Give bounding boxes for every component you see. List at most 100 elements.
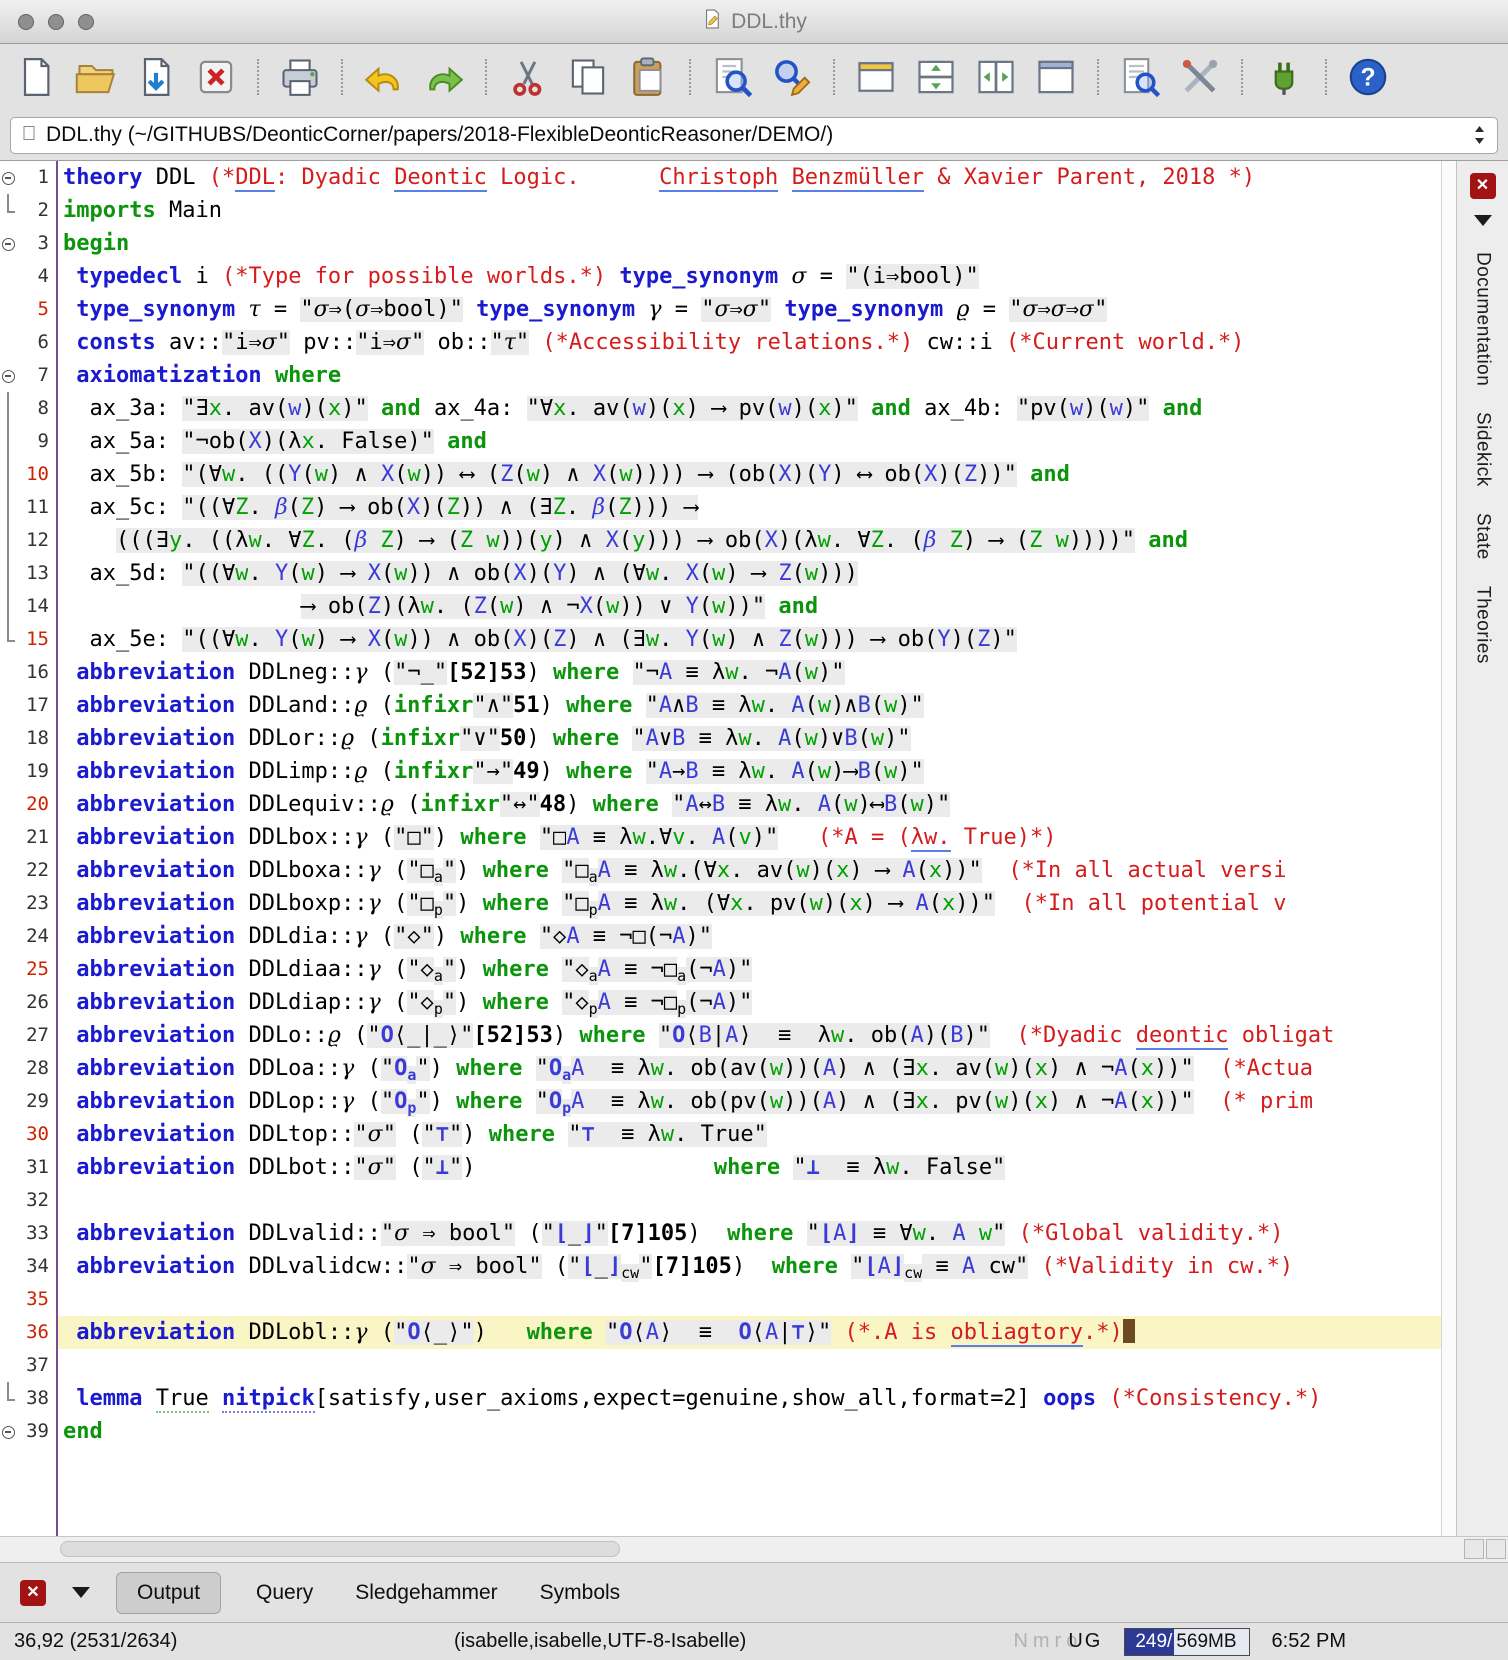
token[interactable]: )∧ bbox=[831, 693, 858, 718]
code-text[interactable]: ax_3a: "∃x. av(w)(x)" and ax_4a: "∀x. av… bbox=[58, 392, 1441, 425]
token[interactable]: 48 bbox=[540, 792, 567, 817]
token[interactable] bbox=[142, 1386, 155, 1411]
token[interactable]: )( bbox=[301, 396, 328, 421]
token[interactable]: ))( bbox=[783, 1089, 823, 1114]
token[interactable]: ( bbox=[301, 462, 314, 487]
token[interactable]: ) ∧ bbox=[553, 528, 606, 553]
token[interactable]: ) bbox=[732, 1254, 772, 1279]
code-text[interactable]: abbreviation DDLboxp::γ ("□p") where "□p… bbox=[58, 887, 1441, 920]
token[interactable]: typedecl bbox=[76, 264, 182, 289]
token[interactable]: p bbox=[677, 1000, 686, 1018]
token[interactable]: A bbox=[1114, 1089, 1127, 1114]
token[interactable]: " bbox=[383, 1122, 396, 1147]
token[interactable]: "((∀ bbox=[182, 561, 235, 586]
code-text[interactable]: end bbox=[58, 1415, 1441, 1448]
token[interactable]: ≡ λ bbox=[580, 825, 633, 850]
token[interactable]: " bbox=[536, 1089, 549, 1114]
token[interactable]: ⌋ bbox=[608, 1254, 621, 1279]
token[interactable]: (*In all actual versi bbox=[1008, 858, 1286, 883]
token[interactable]: (* prim bbox=[1220, 1089, 1313, 1114]
token[interactable]: abbreviation bbox=[76, 858, 235, 883]
token[interactable]: where bbox=[483, 957, 549, 982]
token[interactable]: abbreviation bbox=[76, 1089, 235, 1114]
token[interactable] bbox=[778, 165, 791, 190]
token[interactable]: | bbox=[778, 1320, 791, 1345]
token[interactable]: " bbox=[516, 330, 529, 355]
token[interactable]: i bbox=[182, 264, 222, 289]
token[interactable]: Y bbox=[686, 627, 699, 652]
token[interactable]: w bbox=[913, 1221, 926, 1246]
token[interactable]: and bbox=[1148, 528, 1188, 553]
token[interactable]: = bbox=[807, 264, 847, 289]
editor-line-1[interactable]: 1theory DDL (*DDL: Dyadic Deontic Logic.… bbox=[0, 161, 1441, 194]
token[interactable]: X bbox=[248, 429, 261, 454]
editor-line-9[interactable]: 9 ax_5a: "¬ob(X)(λx. False)" and bbox=[0, 425, 1441, 458]
token[interactable]: "□ bbox=[562, 891, 589, 916]
token[interactable]: w bbox=[818, 693, 831, 718]
token[interactable] bbox=[780, 1155, 793, 1180]
token[interactable]: O bbox=[407, 1320, 420, 1345]
token[interactable] bbox=[1149, 396, 1162, 421]
new-file-icon[interactable] bbox=[10, 51, 62, 103]
token[interactable] bbox=[606, 264, 619, 289]
token[interactable]: Z bbox=[500, 462, 513, 487]
token[interactable]: X bbox=[513, 627, 526, 652]
token[interactable]: . bbox=[248, 561, 275, 586]
token[interactable]: "(i⇒bool)" bbox=[846, 264, 978, 289]
token[interactable]: ( bbox=[792, 627, 805, 652]
token[interactable]: . False)" bbox=[315, 429, 434, 454]
token[interactable] bbox=[63, 1386, 76, 1411]
token[interactable]: . ( bbox=[884, 528, 924, 553]
token[interactable]: w bbox=[712, 627, 725, 652]
token[interactable]: abbreviation bbox=[76, 1155, 235, 1180]
token[interactable]: . ob( bbox=[844, 1023, 910, 1048]
token[interactable]: ⊤ bbox=[792, 1320, 805, 1345]
token[interactable]: )(λ bbox=[381, 594, 421, 619]
token[interactable]: γ bbox=[341, 1056, 354, 1081]
token[interactable]: ( bbox=[288, 495, 301, 520]
editor-line-7[interactable]: 7 axiomatization where bbox=[0, 359, 1441, 392]
token[interactable]: deontic bbox=[1136, 1023, 1229, 1050]
find-replace-icon[interactable] bbox=[766, 51, 818, 103]
token[interactable]: ) ⟶ ob( bbox=[314, 495, 407, 520]
token[interactable]: ( bbox=[858, 726, 871, 751]
code-text[interactable]: abbreviation DDLtop::"σ" ("⊤") where "⊤ … bbox=[58, 1118, 1441, 1151]
editor-line-18[interactable]: 18 abbreviation DDLor::ϱ (infixr"∨"50) w… bbox=[0, 722, 1441, 755]
token[interactable]: ⇒( bbox=[329, 297, 356, 322]
token[interactable]: A bbox=[791, 693, 804, 718]
token[interactable] bbox=[209, 1386, 222, 1411]
token[interactable]: A bbox=[823, 1056, 836, 1081]
token[interactable]: 50 bbox=[500, 726, 527, 751]
token[interactable]: γ bbox=[368, 957, 381, 982]
token[interactable]: σ bbox=[368, 1122, 383, 1147]
token[interactable]: . bbox=[765, 759, 792, 784]
token[interactable]: . pv( bbox=[743, 891, 809, 916]
token[interactable]: ≡ λ bbox=[699, 693, 752, 718]
token[interactable] bbox=[63, 693, 76, 718]
token[interactable]: Z bbox=[301, 495, 314, 520]
token[interactable]: B bbox=[858, 693, 871, 718]
token[interactable]: where bbox=[275, 363, 341, 388]
cut-icon[interactable] bbox=[502, 51, 554, 103]
token[interactable]: where bbox=[456, 1056, 522, 1081]
token[interactable]: abbreviation bbox=[76, 1056, 235, 1081]
token[interactable]: )" bbox=[924, 792, 951, 817]
token[interactable]: ≡ bbox=[922, 1254, 962, 1279]
token[interactable]: "◇ bbox=[407, 990, 434, 1015]
editor-line-35[interactable]: 35 bbox=[0, 1283, 1441, 1316]
token[interactable]: infixr bbox=[381, 726, 460, 751]
token[interactable]: "◇ bbox=[562, 957, 589, 982]
editor-line-5[interactable]: 5 type_synonym τ = "σ⇒(σ⇒bool)" type_syn… bbox=[0, 293, 1441, 326]
minimize-window-button[interactable] bbox=[48, 14, 64, 30]
token[interactable]: ( bbox=[792, 660, 805, 685]
token[interactable]: Z bbox=[380, 528, 393, 553]
editor-line-30[interactable]: 30 abbreviation DDLtop::"σ" ("⊤") where … bbox=[0, 1118, 1441, 1151]
code-text[interactable]: abbreviation DDLobl::γ ("O⟨_⟩") where "O… bbox=[58, 1316, 1441, 1349]
token[interactable]: )( bbox=[792, 462, 819, 487]
token[interactable]: A bbox=[725, 1023, 738, 1048]
token[interactable] bbox=[475, 1155, 713, 1180]
token[interactable]: B bbox=[685, 693, 698, 718]
token[interactable]: )" bbox=[818, 660, 845, 685]
search-in-buffer-icon[interactable] bbox=[1114, 51, 1166, 103]
token[interactable]: w bbox=[770, 1089, 783, 1114]
